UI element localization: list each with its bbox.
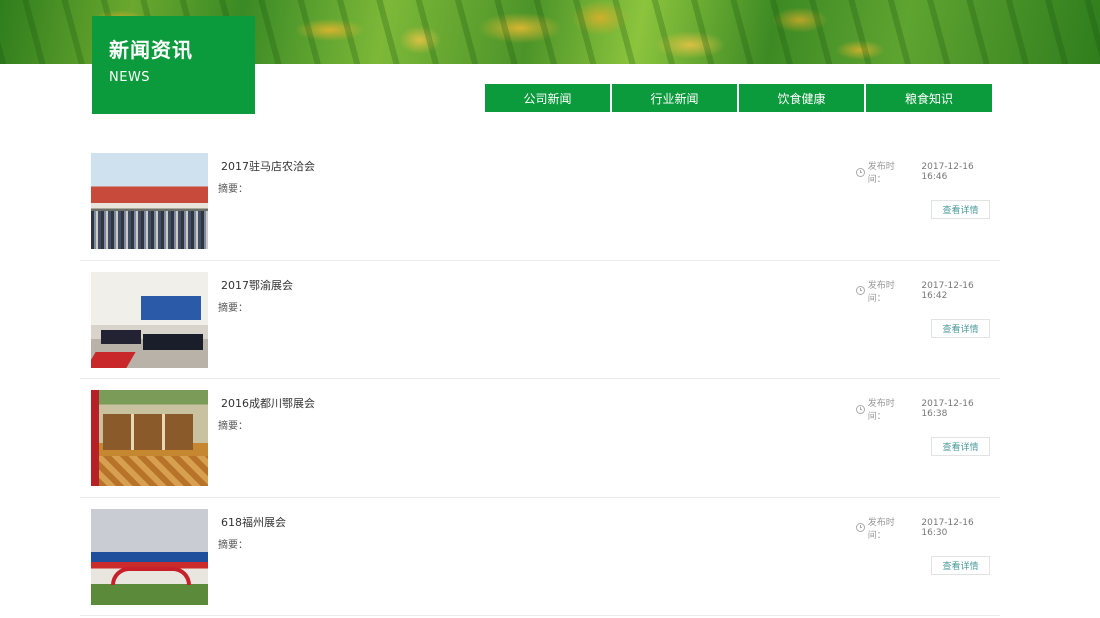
news-list: 2017驻马店农洽会 摘要： 发布时间： 2017-12-16 16:46 查看… [80, 142, 1000, 616]
clock-icon [856, 523, 865, 532]
news-thumbnail[interactable] [91, 271, 208, 368]
clock-icon [856, 286, 865, 295]
publish-time-label: 发布时间： [867, 280, 895, 304]
news-title-link[interactable]: 2017驻马店农洽会 [221, 158, 315, 174]
view-details-button[interactable]: 查看详情 [931, 200, 990, 219]
news-publish-time: 发布时间： 2017-12-16 16:30 [856, 515, 1000, 541]
news-item: 2017驻马店农洽会 摘要： 发布时间： 2017-12-16 16:46 查看… [80, 142, 1000, 261]
tab-grain-knowledge[interactable]: 粮食知识 [866, 84, 992, 112]
category-tabs: 公司新闻 行业新闻 饮食健康 粮食知识 [485, 84, 992, 112]
section-title-box: 新闻资讯 NEWS [92, 16, 255, 114]
news-publish-time: 发布时间： 2017-12-16 16:42 [856, 278, 1000, 304]
news-item: 2017鄂渝展会 摘要： 发布时间： 2017-12-16 16:42 查看详情 [80, 261, 1000, 379]
clock-icon [856, 167, 865, 177]
publish-time-value: 2017-12-16 16:30 [921, 517, 974, 538]
news-item: 2016成都川鄂展会 摘要： 发布时间： 2017-12-16 16:38 查看… [80, 379, 1000, 498]
view-details-button[interactable]: 查看详情 [931, 437, 990, 456]
view-details-button[interactable]: 查看详情 [931, 318, 990, 338]
news-thumbnail[interactable] [91, 508, 208, 605]
news-publish-time: 发布时间： 2017-12-16 16:38 [856, 396, 1000, 422]
news-summary-label: 摘要： [218, 302, 248, 314]
news-title-link[interactable]: 2016成都川鄂展会 [221, 395, 315, 411]
news-publish-time: 发布时间： 2017-12-16 16:46 [856, 159, 1000, 185]
publish-time-value: 2017-12-16 16:42 [921, 280, 974, 301]
news-item: 618福州展会 摘要： 发布时间： 2017-12-16 16:30 查看详情 [80, 498, 1000, 616]
news-title-link[interactable]: 618福州展会 [221, 514, 286, 530]
publish-time-label: 发布时间： [867, 162, 895, 185]
clock-icon [856, 404, 865, 414]
publish-time-label: 发布时间： [867, 399, 895, 422]
publish-time-label: 发布时间： [867, 517, 895, 541]
news-summary-label: 摘要： [218, 184, 248, 195]
news-summary-label: 摘要： [218, 539, 248, 551]
tab-company-news[interactable]: 公司新闻 [485, 84, 610, 112]
publish-time-value: 2017-12-16 16:38 [921, 399, 974, 419]
tab-industry-news[interactable]: 行业新闻 [612, 84, 737, 112]
tab-diet-health[interactable]: 饮食健康 [739, 84, 864, 112]
section-subtitle: NEWS [109, 70, 151, 85]
news-thumbnail[interactable] [91, 390, 208, 486]
publish-time-value: 2017-12-16 16:46 [921, 162, 974, 182]
view-details-button[interactable]: 查看详情 [931, 555, 990, 575]
news-title-link[interactable]: 2017鄂渝展会 [221, 277, 293, 293]
section-title: 新闻资讯 [109, 38, 193, 62]
news-thumbnail[interactable] [91, 153, 208, 249]
news-summary-label: 摘要： [218, 421, 248, 432]
